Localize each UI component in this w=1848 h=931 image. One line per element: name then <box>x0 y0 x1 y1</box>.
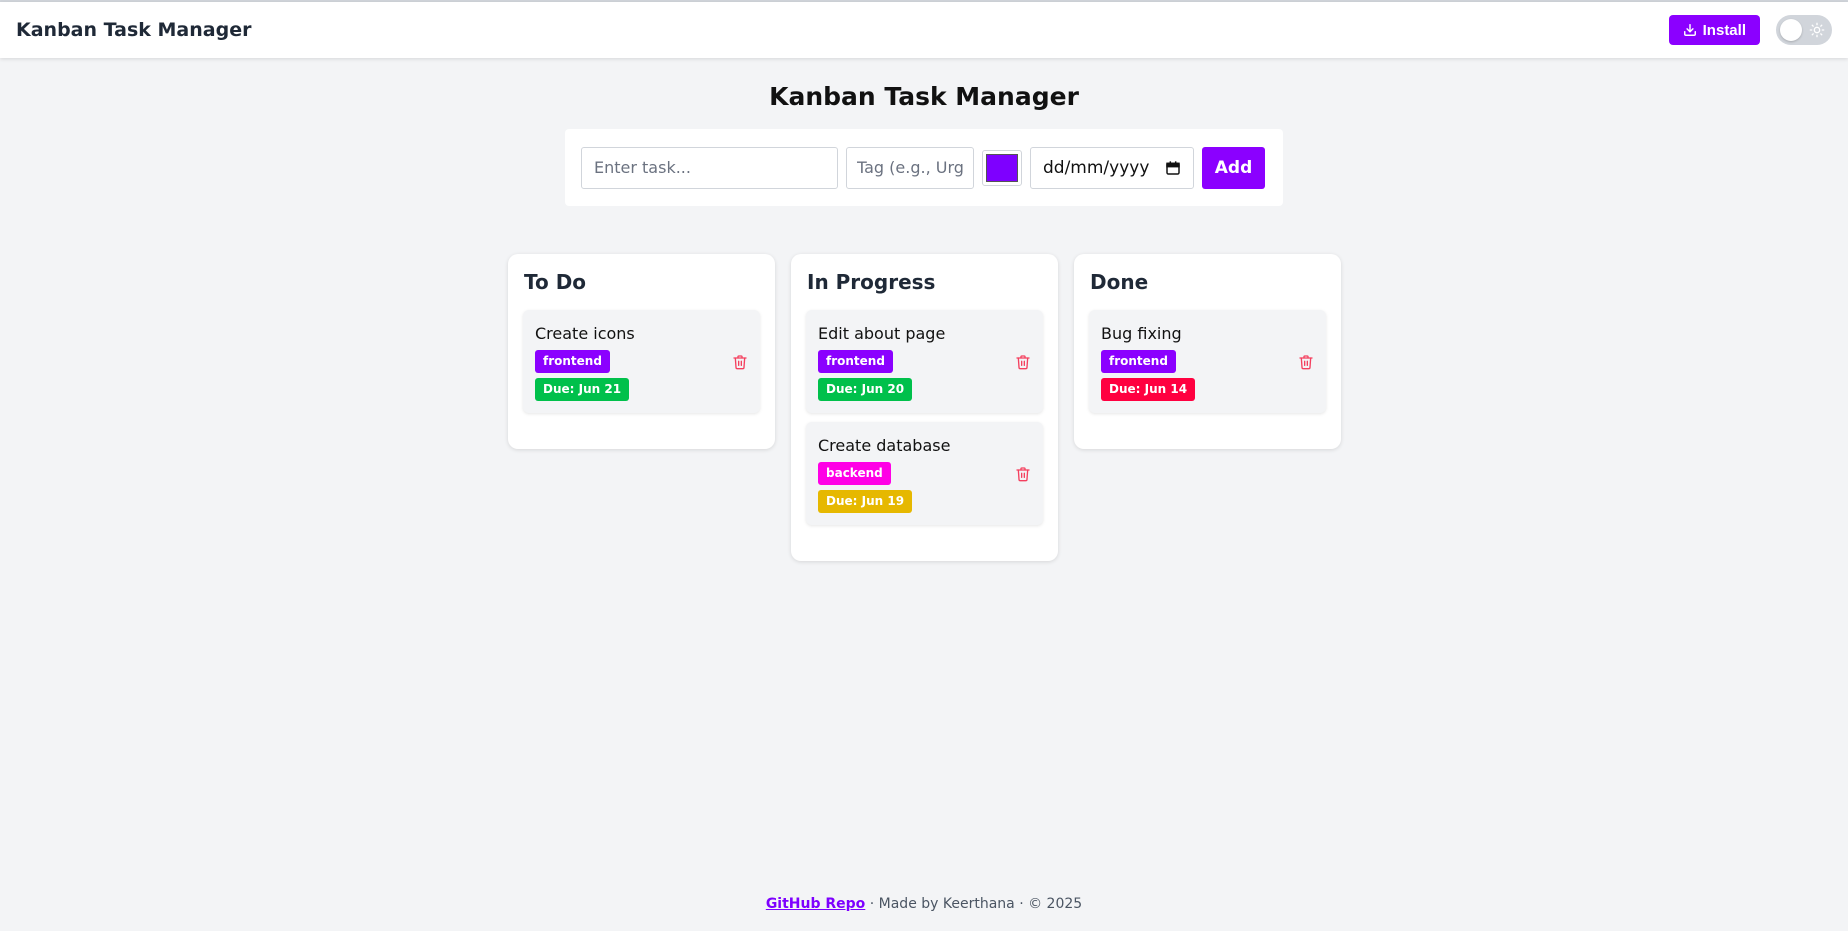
color-swatch-fill <box>986 153 1018 182</box>
tag-badge: frontend <box>1101 350 1176 373</box>
column-title: Done <box>1090 270 1149 294</box>
column-in-progress: In Progress Edit about page frontend Due: J… <box>791 254 1058 561</box>
task-title: Create database <box>818 436 951 455</box>
task-card[interactable]: Create icons frontend Due: Jun 21 <box>523 310 760 413</box>
tag-badge: frontend <box>535 350 610 373</box>
color-picker[interactable] <box>982 149 1022 186</box>
sun-icon <box>1809 22 1825 38</box>
task-input[interactable] <box>581 146 838 189</box>
github-repo-link[interactable]: GitHub Repo <box>766 896 865 912</box>
due-badge: Due: Jun 20 <box>818 378 913 401</box>
theme-toggle[interactable] <box>1776 15 1832 45</box>
delete-trash-icon[interactable] <box>1015 354 1031 372</box>
task-title: Edit about page <box>818 324 946 343</box>
column-done: Done Bug fixing frontend Due: Jun 14 <box>1074 254 1341 449</box>
column-to-do: To Do Create icons frontend Due: Jun 21 <box>508 254 775 449</box>
download-icon <box>1683 24 1696 36</box>
task-title: Create icons <box>535 324 635 343</box>
task-title: Bug fixing <box>1101 324 1182 343</box>
task-card[interactable]: Edit about page frontend Due: Jun 20 <box>806 310 1043 413</box>
add-task-form: dd/mm/yyyy Add <box>565 129 1283 206</box>
due-badge: Due: Jun 21 <box>535 378 630 401</box>
delete-trash-icon[interactable] <box>1015 466 1031 484</box>
install-label: Install <box>1702 21 1746 39</box>
due-badge: Due: Jun 14 <box>1101 378 1196 401</box>
toggle-knob <box>1780 19 1802 41</box>
tag-badge: frontend <box>818 350 893 373</box>
footer: GitHub Repo · Made by Keerthana · © 2025 <box>0 896 1848 912</box>
due-date-input[interactable]: dd/mm/yyyy <box>1030 146 1194 189</box>
tag-badge: backend <box>818 462 891 485</box>
navbar: Kanban Task Manager Install <box>0 2 1848 58</box>
date-placeholder: dd/mm/yyyy <box>1043 157 1150 178</box>
task-card[interactable]: Bug fixing frontend Due: Jun 14 <box>1089 310 1326 413</box>
footer-text: · Made by Keerthana · © 2025 <box>865 896 1083 912</box>
column-title: In Progress <box>807 270 936 294</box>
column-title: To Do <box>524 270 587 294</box>
install-button[interactable]: Install <box>1668 15 1760 45</box>
calendar-icon[interactable] <box>1165 160 1181 176</box>
kanban-board: To Do Create icons frontend Due: Jun 21 In P… <box>508 254 1341 561</box>
task-card[interactable]: Create database backend Due: Jun 19 <box>806 422 1043 525</box>
add-button[interactable]: Add <box>1202 146 1265 189</box>
app-brand: Kanban Task Manager <box>16 19 252 41</box>
tag-input[interactable] <box>846 146 974 189</box>
navbar-actions: Install <box>1668 15 1832 45</box>
delete-trash-icon[interactable] <box>732 354 748 372</box>
due-badge: Due: Jun 19 <box>818 490 913 513</box>
page-title: Kanban Task Manager <box>769 82 1079 111</box>
delete-trash-icon[interactable] <box>1298 354 1314 372</box>
